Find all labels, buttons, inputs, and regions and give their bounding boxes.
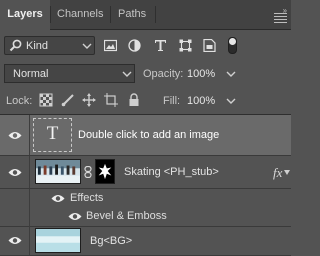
blend-mode-value: Normal: [13, 68, 49, 80]
lock-row: Lock: Fill: 100%: [0, 87, 291, 115]
fill-label: Fill:: [163, 95, 181, 107]
search-icon: [9, 39, 22, 52]
layer-name[interactable]: Bg<BG>: [90, 235, 132, 247]
lock-all-icon[interactable]: [127, 93, 141, 107]
opacity-label: Opacity:: [143, 68, 184, 80]
layers-panel: Layers Channels Paths ›› Kind Normal Opa…: [0, 0, 291, 256]
filter-kind-select[interactable]: Kind: [4, 36, 95, 55]
eye-icon[interactable]: [8, 131, 22, 140]
layer-name[interactable]: Double click to add an image: [78, 129, 219, 141]
visibility-column: [0, 189, 30, 207]
blend-row: Normal Opacity: 100%: [0, 61, 291, 87]
chevron-down-icon: [122, 71, 132, 77]
fill-value[interactable]: 100%: [187, 95, 215, 107]
eye-icon[interactable]: [51, 194, 65, 203]
lock-image-pixels-icon[interactable]: [61, 93, 75, 107]
layer-name[interactable]: Skating <PH_stub>: [124, 166, 219, 178]
pixel-layer-filter-icon[interactable]: [104, 39, 117, 52]
panel-menu-icon[interactable]: [274, 13, 287, 25]
fill-chevron-icon[interactable]: [226, 97, 236, 105]
tab-paths[interactable]: Paths: [118, 0, 146, 29]
toggle-knob: [229, 38, 236, 45]
adjustment-layer-filter-icon[interactable]: [128, 39, 141, 52]
smart-object-filter-icon[interactable]: [203, 39, 216, 52]
visibility-column: [0, 115, 30, 155]
effects-label: Effects: [70, 192, 104, 204]
blend-mode-select[interactable]: Normal: [4, 64, 135, 83]
filter-kind-label: Kind: [26, 40, 49, 52]
visibility-column: [0, 207, 30, 226]
visibility-column: [0, 226, 30, 255]
lock-transparent-pixels-icon[interactable]: [39, 93, 53, 107]
tab-separator: [50, 6, 51, 23]
effects-row[interactable]: Effects: [0, 189, 291, 207]
effect-name: Bevel & Emboss: [86, 210, 167, 222]
lock-position-icon[interactable]: [82, 93, 96, 107]
filter-toggle[interactable]: [228, 37, 237, 54]
bg-image-thumbnail: [35, 228, 81, 253]
chevron-down-icon: [82, 43, 92, 49]
tab-separator: [155, 6, 156, 23]
lock-label: Lock:: [6, 95, 33, 107]
layer-filter-row: Kind: [0, 30, 291, 60]
shape-layer-filter-icon[interactable]: [179, 39, 192, 52]
layer-row-bg[interactable]: Bg<BG>: [0, 226, 291, 256]
type-thumbnail-glyph: T: [46, 123, 59, 144]
panel-tab-bar: Layers Channels Paths ››: [0, 0, 291, 30]
layer-mask-thumbnail[interactable]: [95, 159, 115, 184]
lock-artboard-icon[interactable]: [104, 93, 118, 107]
opacity-value[interactable]: 100%: [187, 68, 215, 80]
fx-icon[interactable]: fx: [273, 165, 282, 181]
type-layer-filter-icon[interactable]: [154, 39, 167, 52]
eye-icon[interactable]: [8, 168, 22, 177]
eye-icon[interactable]: [8, 236, 22, 245]
opacity-chevron-icon[interactable]: [226, 70, 236, 78]
tab-layers[interactable]: Layers: [0, 0, 50, 30]
layer-row-skating[interactable]: Skating <PH_stub> fx: [0, 156, 291, 189]
effect-bevel-emboss-row[interactable]: Bevel & Emboss: [0, 207, 291, 227]
visibility-column: [0, 156, 30, 188]
text-layer-thumbnail: T: [33, 118, 72, 152]
eye-icon[interactable]: [68, 212, 82, 221]
chevron-down-icon[interactable]: [284, 170, 290, 175]
layer-row-text[interactable]: T Double click to add an image: [0, 115, 291, 156]
tab-separator: [110, 6, 111, 23]
skating-image-thumbnail: [35, 159, 81, 184]
link-icon[interactable]: [84, 166, 92, 178]
tab-channels[interactable]: Channels: [57, 0, 103, 29]
